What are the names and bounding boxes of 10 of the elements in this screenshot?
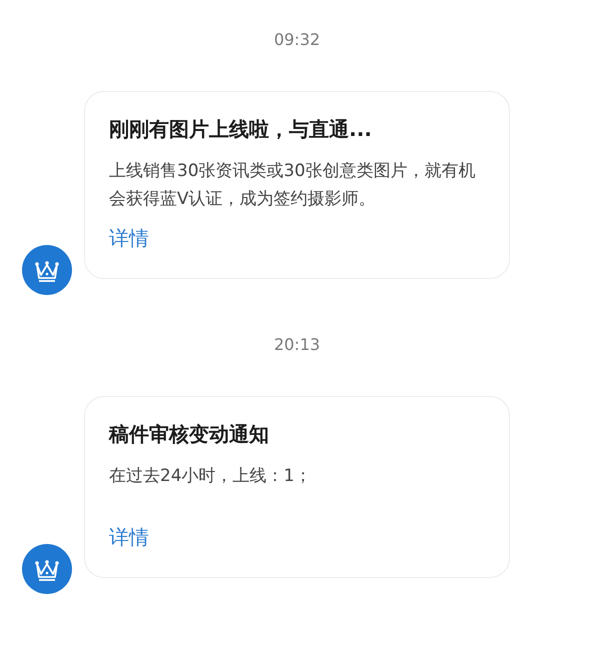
- message-time: 20:13: [274, 335, 320, 354]
- details-link[interactable]: 详情: [109, 512, 149, 551]
- crown-avatar-icon: [22, 544, 72, 594]
- message-body: 上线销售30张资讯类或30张创意类图片，就有机会获得蓝V认证，成为签约摄影师。: [109, 160, 476, 211]
- message-body: 在过去24小时，上线：1；: [109, 465, 312, 488]
- details-link[interactable]: 详情: [109, 213, 149, 252]
- message-title: 稿件审核变动通知: [109, 421, 270, 448]
- crown-avatar-icon: [22, 245, 72, 295]
- message-time: 09:32: [274, 30, 320, 49]
- message-title: 刚刚有图片上线啦，与直通...: [109, 116, 373, 143]
